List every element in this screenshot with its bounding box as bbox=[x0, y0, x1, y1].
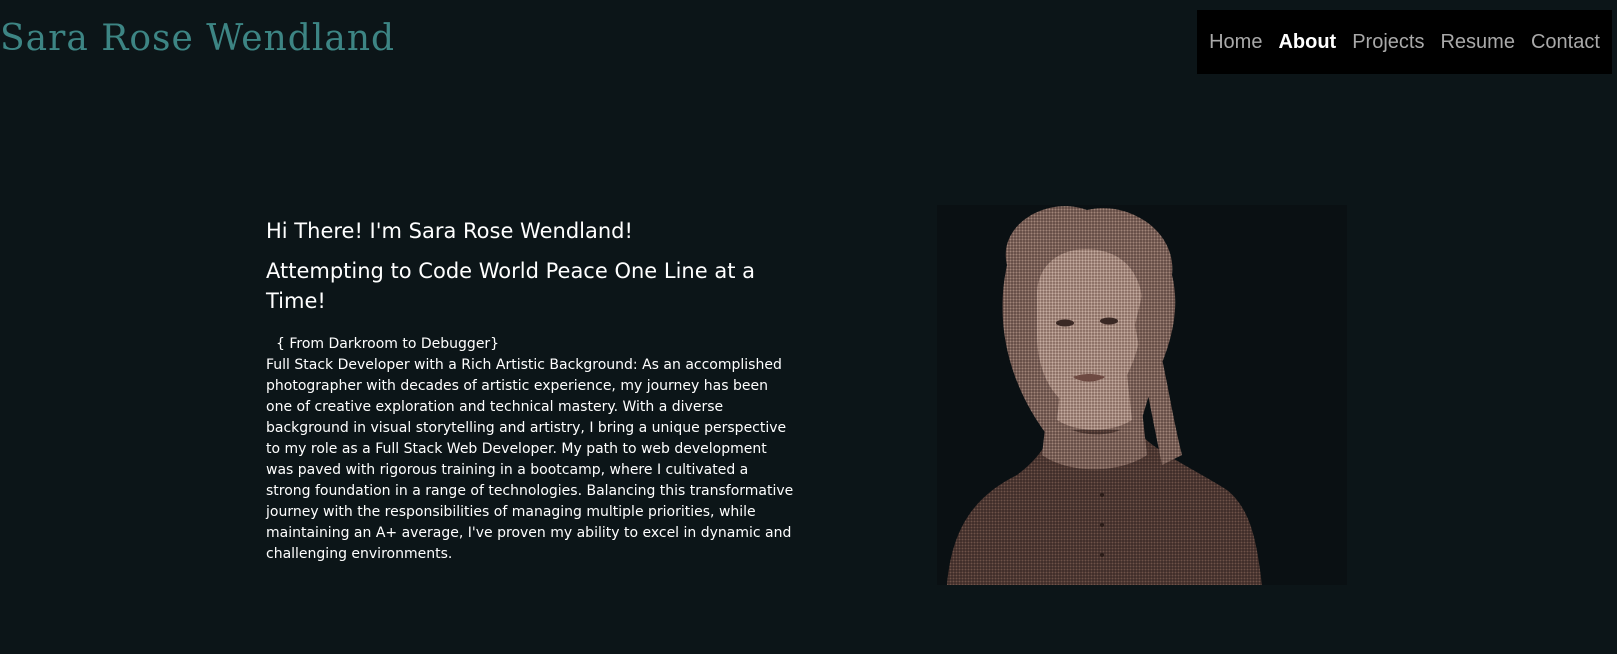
bio-paragraph: Full Stack Developer with a Rich Artisti… bbox=[266, 357, 794, 562]
nav-resume[interactable]: Resume bbox=[1440, 31, 1514, 54]
about-section: Hi There! I'm Sara Rose Wendland! Attemp… bbox=[266, 216, 794, 565]
main-nav: Home About Projects Resume Contact bbox=[1197, 10, 1612, 74]
nav-home[interactable]: Home bbox=[1209, 31, 1262, 54]
bio-subheading: { From Darkroom to Debugger} bbox=[276, 336, 500, 352]
nav-projects[interactable]: Projects bbox=[1352, 31, 1424, 54]
portrait-image bbox=[947, 206, 1262, 585]
portrait-photo bbox=[937, 205, 1347, 585]
portrait-eye-left bbox=[1056, 319, 1074, 327]
nav-about[interactable]: About bbox=[1278, 31, 1336, 54]
greeting-heading: Hi There! I'm Sara Rose Wendland! bbox=[266, 219, 633, 243]
tagline-heading: Attempting to Code World Peace One Line … bbox=[266, 259, 755, 313]
site-title[interactable]: Sara Rose Wendland bbox=[0, 18, 395, 59]
nav-contact[interactable]: Contact bbox=[1531, 31, 1600, 54]
portrait-eye-right bbox=[1100, 317, 1118, 325]
